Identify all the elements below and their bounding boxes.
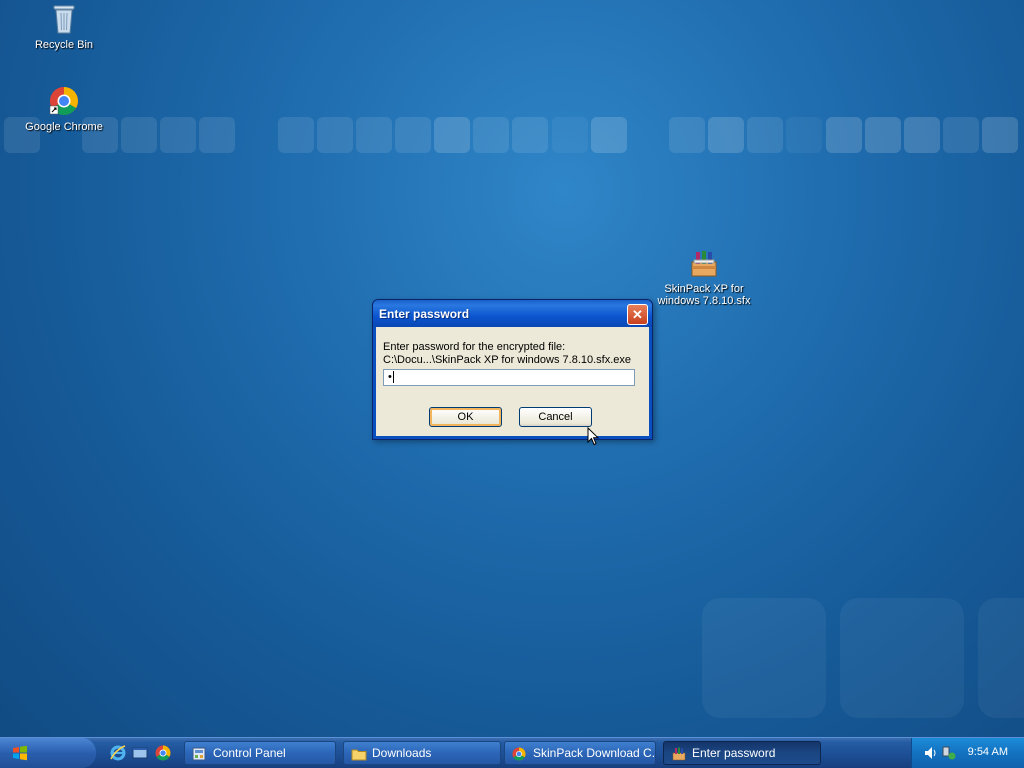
decorative-big-tile: [702, 598, 826, 718]
mouse-cursor-icon: [587, 426, 600, 449]
network-icon[interactable]: [942, 746, 956, 763]
desktop-icon-skinpack-sfx[interactable]: SkinPack XP for windows 7.8.10.sfx: [642, 250, 766, 307]
control-panel-icon: [192, 746, 206, 764]
clock[interactable]: 9:54 AM: [968, 746, 1008, 758]
ok-button[interactable]: OK: [429, 407, 502, 427]
decorative-big-tile: [840, 598, 964, 718]
desktop-icon-recycle-bin[interactable]: Recycle Bin: [19, 2, 109, 51]
taskbar-button-chrome-skinpack[interactable]: SkinPack Download C...: [504, 741, 656, 765]
password-dialog: Enter password ✕ Enter password for the …: [372, 299, 653, 440]
taskbar-button-enter-password[interactable]: Enter password: [663, 741, 821, 765]
close-button[interactable]: ✕: [627, 304, 648, 325]
prompt-line-2: C:\Docu...\SkinPack XP for windows 7.8.1…: [383, 354, 632, 366]
folder-icon: [351, 746, 367, 764]
windows-logo-icon: [12, 745, 28, 764]
start-button[interactable]: [0, 738, 96, 768]
text-caret: [392, 371, 394, 384]
decorative-big-tile: [978, 598, 1024, 718]
desktop-icon-label: SkinPack XP for windows 7.8.10.sfx: [657, 283, 751, 307]
task-label: SkinPack Download C...: [533, 746, 656, 760]
prompt-line-1: Enter password for the encrypted file:: [383, 341, 566, 353]
password-input[interactable]: •: [383, 369, 635, 386]
system-tray: 9:54 AM: [911, 738, 1024, 768]
desktop-icon-google-chrome[interactable]: Google Chrome: [19, 86, 109, 133]
recycle-bin-icon: [19, 2, 109, 37]
winrar-icon: [671, 746, 687, 764]
dialog-title: Enter password: [379, 307, 470, 321]
taskbar: Control Panel Downloads SkinPack Downloa…: [0, 737, 1024, 768]
taskbar-button-downloads[interactable]: Downloads: [343, 741, 501, 765]
task-label: Downloads: [372, 746, 432, 760]
ie-icon[interactable]: [110, 745, 126, 761]
task-label: Enter password: [692, 746, 776, 760]
volume-icon[interactable]: [924, 746, 938, 763]
desktop-icon-label: Recycle Bin: [34, 39, 94, 51]
dialog-prompt: Enter password for the encrypted file: C…: [383, 341, 631, 367]
winrar-sfx-icon: [642, 250, 766, 281]
show-desktop-icon[interactable]: [132, 745, 148, 761]
decorative-tile-row: [0, 117, 1024, 155]
chrome-icon: [19, 86, 109, 119]
cancel-button[interactable]: Cancel: [519, 407, 592, 427]
desktop-icon-label: Google Chrome: [25, 121, 103, 133]
password-value: •: [388, 371, 392, 383]
task-label: Control Panel: [213, 746, 286, 760]
dialog-titlebar[interactable]: Enter password ✕: [373, 300, 652, 327]
chrome-icon: [512, 746, 526, 764]
taskbar-button-control-panel[interactable]: Control Panel: [184, 741, 336, 765]
dialog-body: Enter password for the encrypted file: C…: [376, 327, 649, 436]
chrome-icon[interactable]: [155, 745, 171, 761]
close-icon: ✕: [632, 307, 643, 322]
